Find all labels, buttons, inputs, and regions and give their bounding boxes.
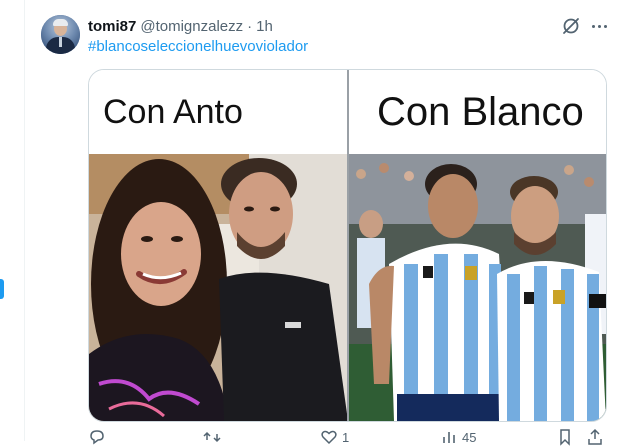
grok-icon[interactable]: [560, 15, 582, 37]
retweet-button[interactable]: [203, 428, 225, 446]
like-button[interactable]: 1: [320, 428, 349, 446]
views-icon: [443, 432, 455, 443]
author-handle[interactable]: @tomignzalezz: [140, 18, 243, 35]
photo-with-anto: [89, 154, 348, 421]
like-icon: [321, 430, 337, 445]
photo-with-blanco: [349, 154, 606, 421]
author-name[interactable]: tomi87: [88, 18, 136, 35]
retweet-icon: [203, 431, 221, 443]
more-icon[interactable]: [588, 15, 610, 37]
tweet-media[interactable]: Con Anto Con Blanco: [88, 69, 607, 422]
tweet-card[interactable]: tomi87 @tomignzalezz · 1h #blancoselecci…: [25, 0, 641, 446]
media-panel-left: Con Anto: [89, 70, 348, 421]
reply-icon: [90, 430, 104, 445]
tweet-header: tomi87 @tomignzalezz · 1h: [88, 16, 273, 36]
tweet-actions: 1 45: [88, 428, 608, 446]
avatar[interactable]: [41, 15, 80, 54]
views-button[interactable]: 45: [440, 428, 476, 446]
tweet-timestamp[interactable]: 1h: [256, 18, 273, 35]
left-caption: Con Anto: [89, 70, 348, 154]
separator-dot: ·: [247, 17, 253, 35]
bookmark-icon: [560, 429, 570, 446]
share-icon: [588, 428, 602, 445]
nav-active-indicator: [0, 279, 4, 299]
tweet-hashtag-link[interactable]: #blancoseleccionelhuevoviolador: [88, 38, 308, 55]
reply-button[interactable]: [88, 428, 110, 446]
right-caption: Con Blanco: [349, 70, 606, 154]
views-count: 45: [462, 429, 477, 445]
like-count: 1: [342, 429, 350, 445]
left-nav-rail: [0, 0, 25, 441]
bookmark-button[interactable]: [556, 428, 574, 446]
media-panel-right: Con Blanco: [349, 70, 606, 421]
share-button[interactable]: [586, 428, 604, 446]
